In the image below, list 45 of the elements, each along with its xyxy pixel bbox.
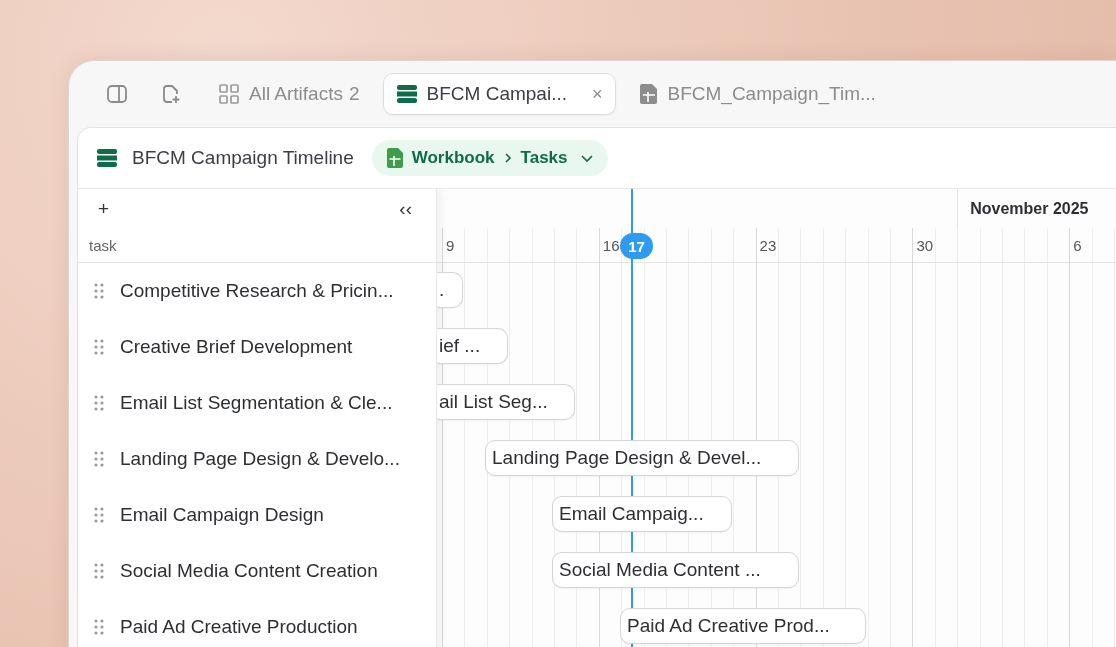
- task-bar[interactable]: Social Media Content ...: [552, 552, 799, 588]
- task-name: Email Campaign Design: [120, 504, 324, 526]
- day-label: 30: [916, 237, 934, 254]
- document-title: BFCM Campaign Timeline: [132, 147, 354, 169]
- drag-handle-icon[interactable]: [94, 451, 104, 467]
- drag-handle-icon[interactable]: [94, 283, 104, 299]
- task-name: Competitive Research & Pricin...: [120, 280, 394, 302]
- task-name: Email List Segmentation & Cle...: [120, 392, 393, 414]
- task-bar[interactable]: Email Campaig...: [552, 496, 732, 532]
- add-button[interactable]: +: [98, 197, 110, 220]
- day-label: 9: [446, 237, 455, 254]
- collapse-button[interactable]: ‹‹: [399, 197, 412, 220]
- task-name: Paid Ad Creative Production: [120, 616, 358, 638]
- today-badge: 17: [620, 233, 653, 259]
- drag-handle-icon[interactable]: [94, 619, 104, 635]
- task-bar[interactable]: Paid Ad Creative Prod...: [620, 608, 866, 644]
- task-name: Creative Brief Development: [120, 336, 353, 358]
- task-bar[interactable]: ief ...: [437, 328, 508, 364]
- task-name: Social Media Content Creation: [120, 560, 378, 582]
- task-bar[interactable]: Landing Page Design & Devel...: [485, 440, 799, 476]
- day-label: 16: [602, 237, 620, 254]
- column-header: task: [89, 236, 117, 254]
- close-button[interactable]: ×: [592, 83, 603, 105]
- tab[interactable]: BFCM Campai... ×: [382, 73, 616, 115]
- drag-handle-icon[interactable]: [94, 507, 104, 523]
- task-bar[interactable]: .: [437, 272, 463, 308]
- chevron-right-icon: [502, 152, 513, 164]
- spreadsheet-icon: [385, 147, 404, 169]
- count: 2: [349, 83, 360, 105]
- chevron-down-icon: [579, 153, 594, 163]
- breadcrumb[interactable]: Workbook Tasks: [371, 140, 608, 176]
- sidebar-icon[interactable]: [106, 83, 128, 105]
- new-document-icon[interactable]: [160, 83, 182, 105]
- month-label: November 2025: [957, 189, 1116, 228]
- task-name: Landing Page Design & Develo...: [120, 448, 400, 470]
- task-bar[interactable]: ail List Seg...: [437, 384, 575, 420]
- drag-handle-icon[interactable]: [94, 339, 104, 355]
- day-label: 23: [759, 237, 777, 254]
- drag-handle-icon[interactable]: [94, 395, 104, 411]
- table-icon: [395, 83, 418, 105]
- drag-handle-icon[interactable]: [94, 563, 104, 579]
- spreadsheet-icon: [638, 83, 659, 105]
- day-label: 6: [1073, 237, 1082, 254]
- table-icon: [96, 147, 118, 169]
- grid-icon: [218, 83, 240, 105]
